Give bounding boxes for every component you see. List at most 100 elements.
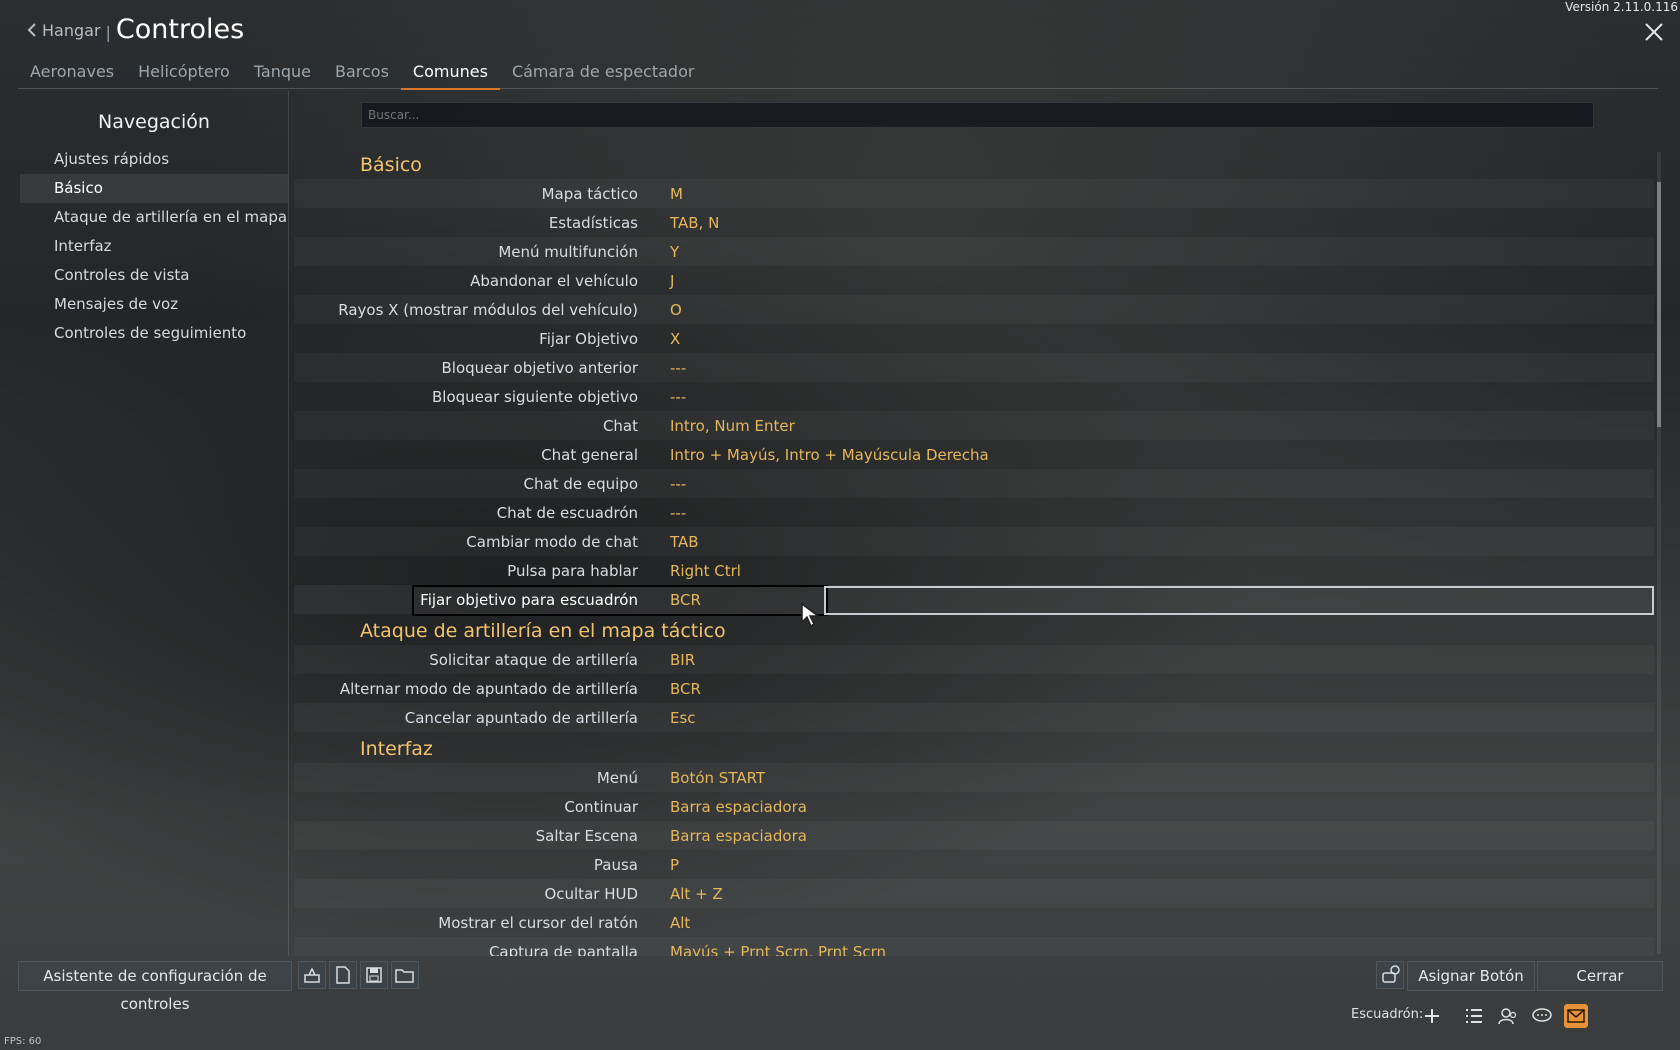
control-label: Cambiar modo de chat <box>466 532 638 551</box>
tab-tanque[interactable]: Tanque <box>242 58 323 88</box>
control-label: Chat <box>602 416 638 435</box>
control-binding: TAB, N <box>670 213 720 232</box>
chat-icon[interactable] <box>1530 1004 1554 1028</box>
plus-icon[interactable] <box>1420 1004 1444 1028</box>
tab-aeronaves[interactable]: Aeronaves <box>18 58 126 88</box>
save-icon[interactable] <box>360 961 388 989</box>
control-row[interactable]: Continuar Barra espaciadora <box>294 792 1654 821</box>
control-label: Menú <box>596 768 638 787</box>
control-binding: X <box>670 329 681 348</box>
control-row[interactable]: Pulsa para hablar Right Ctrl <box>294 556 1654 585</box>
control-binding: Barra espaciadora <box>670 826 807 845</box>
chevron-left-icon <box>27 23 36 37</box>
assign-button[interactable]: Asignar Botón <box>1407 961 1535 991</box>
scrollbar[interactable] <box>1657 152 1661 954</box>
gamepad-wizard-icon[interactable] <box>298 961 326 989</box>
control-binding: Alt + Z <box>670 884 723 903</box>
control-row[interactable]: Alternar modo de apuntado de artillería B… <box>294 674 1654 703</box>
control-label: Mostrar el cursor del ratón <box>438 913 638 932</box>
control-row[interactable]: Chat Intro, Num Enter <box>294 411 1654 440</box>
control-row[interactable]: Fijar Objetivo X <box>294 324 1654 353</box>
control-row[interactable]: Solicitar ataque de artillería BIR <box>294 645 1654 674</box>
control-label: Captura de pantalla <box>488 942 638 957</box>
control-binding: Mayús + Prnt Scrn, Prnt Scrn <box>670 942 887 957</box>
control-row[interactable]: Chat general Intro + Mayús, Intro + Mayús… <box>294 440 1654 469</box>
control-row[interactable]: Menú multifunción Y <box>294 237 1654 266</box>
control-binding: --- <box>670 474 687 493</box>
control-row[interactable]: Abandonar el vehículo J <box>294 266 1654 295</box>
control-label: Chat de escuadrón <box>496 503 638 522</box>
control-binding: BIR <box>670 650 696 669</box>
control-row[interactable]: Cancelar apuntado de artillería Esc <box>294 703 1654 732</box>
control-row[interactable]: Rayos X (mostrar módulos del vehículo) O <box>294 295 1654 324</box>
controls-wizard-button[interactable]: Asistente de configuración de controles <box>18 961 292 1013</box>
control-label: Chat de equipo <box>523 474 638 493</box>
nav-item-ataque-artilleria[interactable]: Ataque de artillería en el mapa táctico <box>20 203 288 232</box>
reset-bind-icon[interactable] <box>1376 961 1404 989</box>
control-row[interactable]: Bloquear objetivo anterior --- <box>294 353 1654 382</box>
section-title: Básico <box>360 154 422 176</box>
tab-barcos[interactable]: Barcos <box>323 58 401 88</box>
mouse-pointer-icon <box>801 602 821 628</box>
control-binding: Alt <box>670 913 691 932</box>
control-row[interactable]: Mostrar el cursor del ratón Alt <box>294 908 1654 937</box>
control-row[interactable]: Bloquear siguiente objetivo --- <box>294 382 1654 411</box>
control-label: Rayos X (mostrar módulos del vehículo) <box>338 300 638 319</box>
page-title: Controles <box>115 14 245 45</box>
nav-item-interfaz[interactable]: Interfaz <box>20 232 288 261</box>
control-row[interactable]: Captura de pantalla Mayús + Prnt Scrn, Pr… <box>294 937 1654 957</box>
control-binding: TAB <box>670 532 699 551</box>
control-binding: Y <box>670 242 680 261</box>
control-label: Ocultar HUD <box>544 884 638 903</box>
control-label: Alternar modo de apuntado de artillería <box>339 679 638 698</box>
control-label: Continuar <box>564 797 638 816</box>
open-folder-icon[interactable] <box>391 961 419 989</box>
control-row[interactable]: Cambiar modo de chat TAB <box>294 527 1654 556</box>
control-label: Estadísticas <box>548 213 638 232</box>
control-binding: P <box>670 855 680 874</box>
control-row[interactable]: Chat de equipo --- <box>294 469 1654 498</box>
version-label: Versión 2.11.0.116 <box>1565 0 1678 14</box>
nav-item-controles-vista[interactable]: Controles de vista <box>20 261 288 290</box>
control-row[interactable]: Saltar Escena Barra espaciadora <box>294 821 1654 850</box>
control-row-selected[interactable]: Fijar objetivo para escuadrón BCR <box>294 585 1654 616</box>
control-binding: Intro + Mayús, Intro + Mayúscula Derecha <box>670 445 989 464</box>
control-binding: Barra espaciadora <box>670 797 807 816</box>
squad-label: Escuadrón: <box>1351 1007 1424 1022</box>
control-binding: O <box>670 300 682 319</box>
control-row[interactable]: Pausa P <box>294 850 1654 879</box>
fps-counter: FPS: 60 <box>4 1036 42 1047</box>
control-row[interactable]: Mapa táctico M <box>294 179 1654 208</box>
control-binding: --- <box>670 503 687 522</box>
search-input[interactable] <box>361 102 1594 128</box>
control-label: Fijar Objetivo <box>539 329 638 348</box>
nav-item-ajustes-rapidos[interactable]: Ajustes rápidos <box>20 145 288 174</box>
back-to-hangar-button[interactable]: Hangar <box>26 21 101 40</box>
nav-item-basico[interactable]: Básico <box>20 174 288 203</box>
close-icon[interactable] <box>1642 20 1666 44</box>
control-row[interactable]: Ocultar HUD Alt + Z <box>294 879 1654 908</box>
tab-comunes[interactable]: Comunes <box>400 58 500 90</box>
control-row[interactable]: Chat de escuadrón --- <box>294 498 1654 527</box>
contacts-icon[interactable] <box>1496 1004 1520 1028</box>
list-icon[interactable] <box>1462 1004 1486 1028</box>
selection-frame-binding <box>824 586 1654 615</box>
control-binding: M <box>670 184 683 203</box>
tab-camara-espectador[interactable]: Cámara de espectador <box>500 58 707 88</box>
tab-helicoptero[interactable]: Helicóptero <box>126 58 242 88</box>
nav-item-controles-seguimiento[interactable]: Controles de seguimiento <box>20 319 288 348</box>
section-title: Ataque de artillería en el mapa táctico <box>360 620 726 642</box>
mail-icon[interactable] <box>1564 1004 1588 1028</box>
control-label: Menú multifunción <box>498 242 638 261</box>
control-label: Cancelar apuntado de artillería <box>404 708 638 727</box>
header: Hangar | Controles <box>26 14 244 45</box>
navigation-panel: Navegación Ajustes rápidos Básico Ataque… <box>20 91 289 956</box>
control-binding: --- <box>670 387 687 406</box>
control-row[interactable]: Estadísticas TAB, N <box>294 208 1654 237</box>
scrollbar-thumb[interactable] <box>1657 182 1661 427</box>
selection-frame-label <box>412 585 828 616</box>
close-button[interactable]: Cerrar <box>1537 961 1663 991</box>
control-row[interactable]: Menú Botón START <box>294 763 1654 792</box>
new-preset-icon[interactable] <box>329 961 357 989</box>
nav-item-mensajes-voz[interactable]: Mensajes de voz <box>20 290 288 319</box>
